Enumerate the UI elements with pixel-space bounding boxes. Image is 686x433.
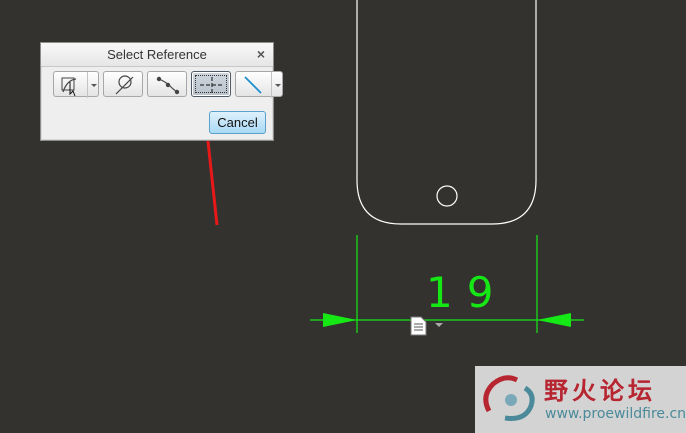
sketch-slot-outline[interactable] <box>356 0 537 225</box>
select-curve-button[interactable] <box>53 71 99 98</box>
node-chain-icon <box>156 76 180 95</box>
crosshair-centerline-button[interactable] <box>191 71 231 97</box>
close-icon[interactable]: × <box>257 46 265 62</box>
watermark: 野火论坛 www.proewildfire.cn <box>475 366 686 433</box>
crosshair-centerline-icon <box>200 77 224 93</box>
chevron-down-icon[interactable] <box>271 72 283 98</box>
doc-dropdown-icon[interactable] <box>435 323 443 327</box>
select-reference-dialog: Select Reference × Cancel <box>40 42 283 141</box>
dialog-title: Select Reference <box>41 43 273 67</box>
diagonal-line-button[interactable] <box>235 71 283 98</box>
watermark-url: www.proewildfire.cn <box>545 406 686 422</box>
dimension-arrowhead-left <box>323 313 357 327</box>
dimension-arrowhead-right <box>537 313 571 327</box>
watermark-title: 野火论坛 <box>544 377 656 405</box>
circle-tangent-icon <box>115 75 134 95</box>
node-chain-button[interactable] <box>147 71 187 97</box>
properties-doc-icon[interactable] <box>410 316 427 336</box>
sketch-hole-circle[interactable] <box>436 185 458 207</box>
chevron-down-icon[interactable] <box>87 72 99 98</box>
watermark-logo-icon <box>483 375 535 421</box>
diagonal-line-icon <box>244 76 262 94</box>
circle-tangent-button[interactable] <box>103 71 143 97</box>
dimension-value[interactable]: 19 <box>426 268 493 318</box>
cancel-button[interactable]: Cancel <box>209 111 266 134</box>
select-curve-icon <box>61 77 77 97</box>
